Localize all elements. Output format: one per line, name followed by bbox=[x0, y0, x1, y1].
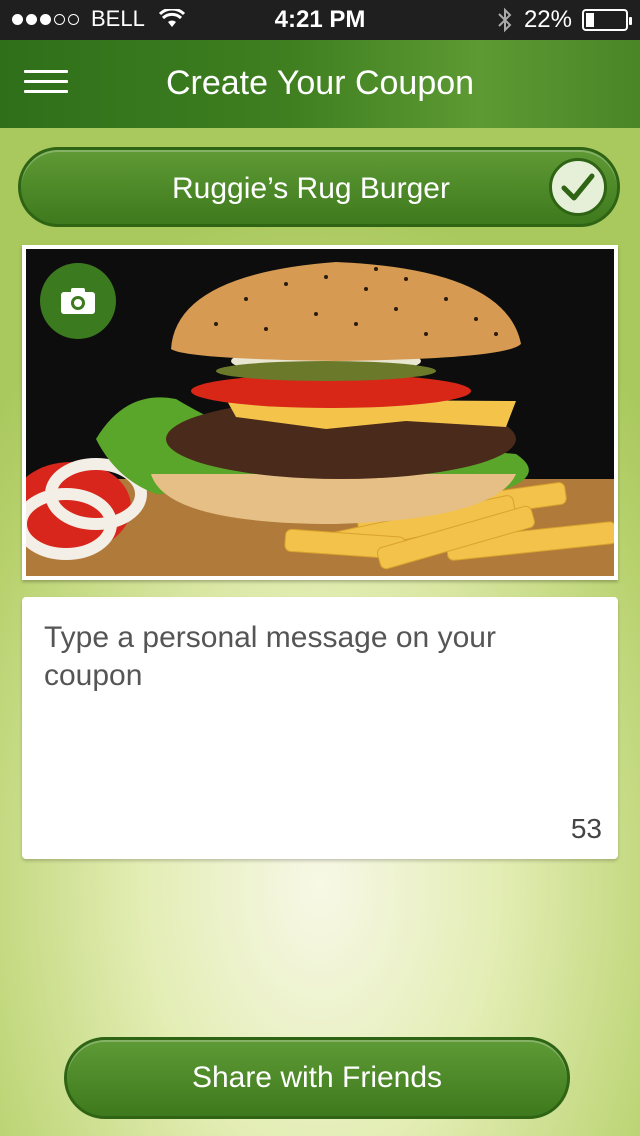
coupon-photo bbox=[22, 245, 618, 580]
page-title: Create Your Coupon bbox=[165, 64, 475, 102]
battery-icon bbox=[582, 9, 632, 31]
restaurant-name: Ruggie’s Rug Burger bbox=[172, 172, 450, 205]
status-right: 22% bbox=[496, 6, 632, 34]
camera-icon[interactable] bbox=[40, 263, 116, 339]
message-box: 53 bbox=[22, 597, 618, 859]
nav-bar: Create Your Coupon bbox=[0, 40, 640, 128]
battery-level bbox=[586, 13, 595, 27]
char-count: 53 bbox=[570, 813, 602, 844]
checkmark-icon[interactable] bbox=[549, 158, 607, 216]
status-bar: BELL 4:21 PM 22% bbox=[0, 0, 640, 40]
message-input[interactable] bbox=[22, 597, 618, 859]
share-with-friends-button[interactable]: Share with Friends bbox=[64, 1037, 570, 1119]
restaurant-selector[interactable]: Ruggie’s Rug Burger bbox=[18, 147, 620, 227]
battery-percent: 22% bbox=[523, 6, 572, 33]
bluetooth-icon bbox=[498, 7, 512, 33]
